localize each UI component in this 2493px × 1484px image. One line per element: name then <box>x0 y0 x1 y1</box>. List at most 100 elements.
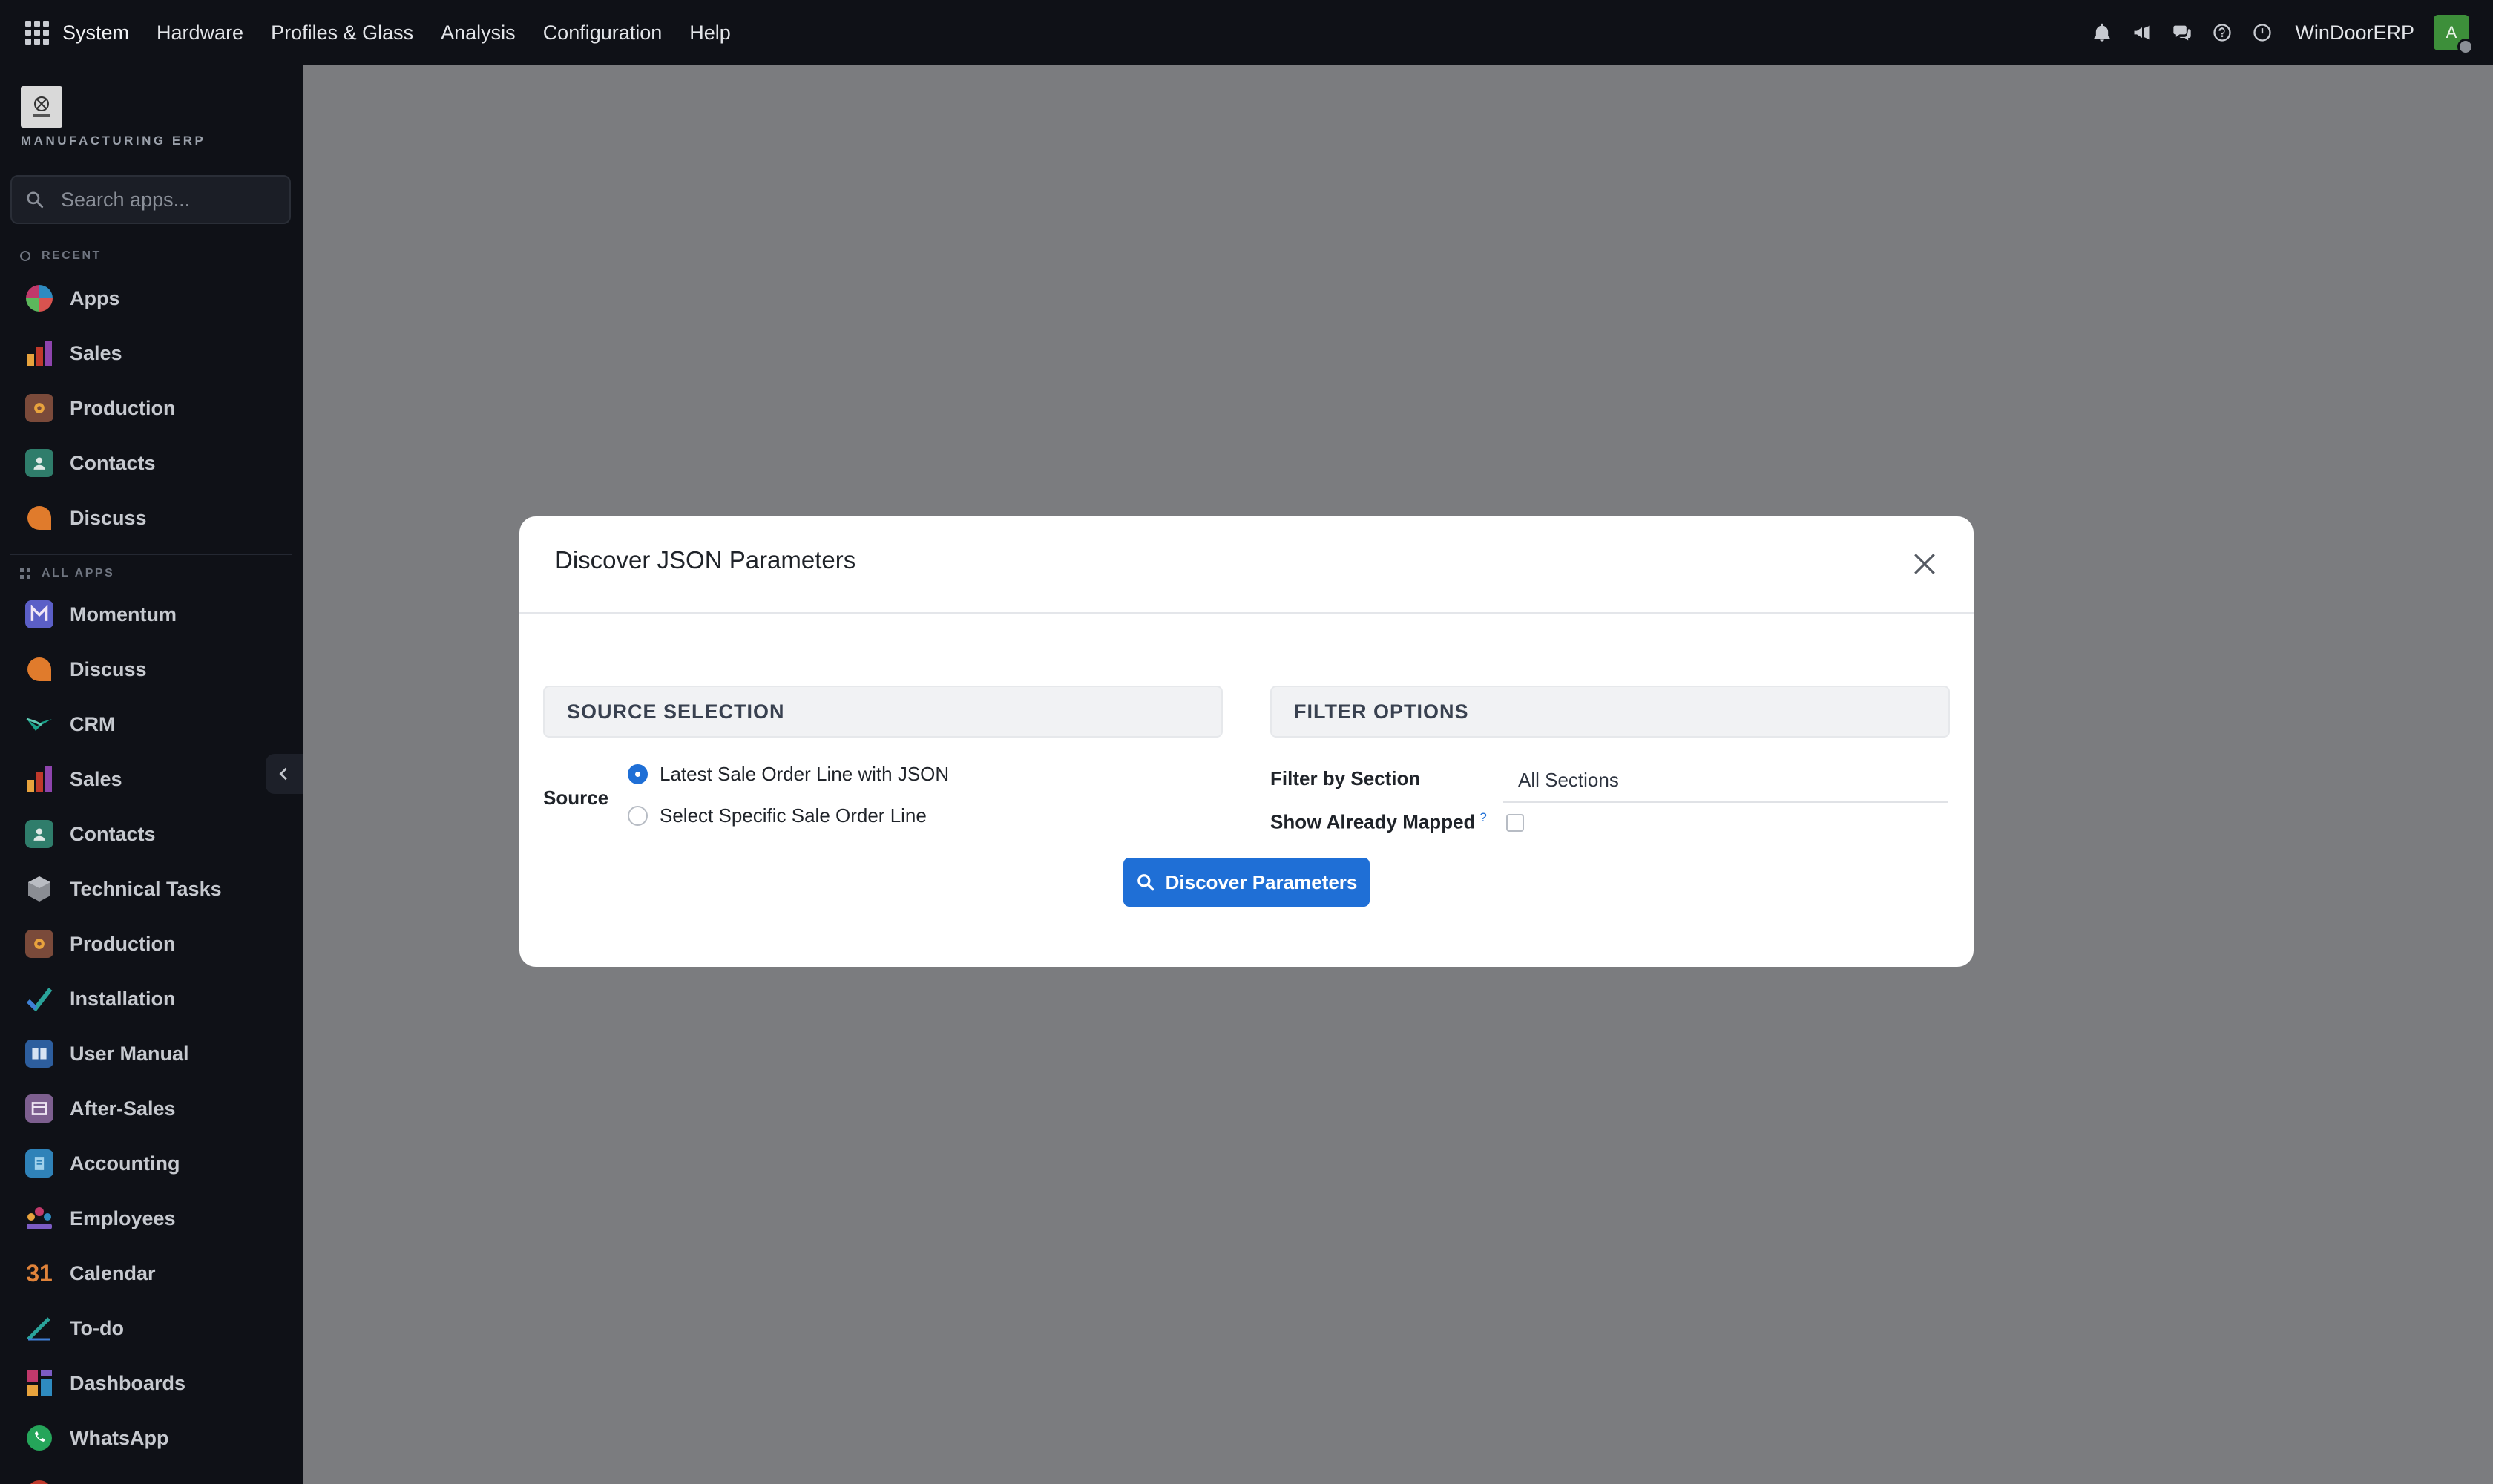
sidebar-item-label: Dashboards <box>70 1371 186 1394</box>
discuss-bubble-icon <box>25 655 53 683</box>
search-icon <box>27 191 44 209</box>
radio-label-latest: Latest Sale Order Line with JSON <box>660 763 950 785</box>
sales-chart-icon <box>25 339 53 367</box>
whatsapp-icon <box>25 1424 53 1452</box>
menu-configuration[interactable]: Configuration <box>543 22 663 45</box>
source-selection-title: SOURCE SELECTION <box>567 700 785 723</box>
sidebar-item-label: Contacts <box>70 822 156 845</box>
box-icon <box>25 1094 53 1123</box>
user-avatar[interactable]: A <box>2434 15 2474 55</box>
production-icon <box>25 930 53 958</box>
show-already-mapped-checkbox[interactable] <box>1506 814 1524 832</box>
apps-grid-icon[interactable] <box>25 21 49 45</box>
menu-hardware[interactable]: Hardware <box>157 22 243 45</box>
company-name[interactable]: WinDoorERP <box>2295 22 2414 45</box>
filter-by-section-select[interactable]: All Sections <box>1503 761 1948 803</box>
filter-by-section-value: All Sections <box>1518 769 1619 791</box>
close-icon <box>1914 554 1935 574</box>
chat-icon[interactable] <box>2170 21 2194 45</box>
sidebar-item-discuss[interactable]: Discuss <box>25 497 147 539</box>
discover-parameters-button[interactable]: Discover Parameters <box>1123 858 1370 907</box>
sidebar-collapse-button[interactable] <box>266 754 303 794</box>
sidebar-item-label: Apps <box>70 286 120 309</box>
systray: WinDoorERP A <box>2090 0 2493 65</box>
all-apps-label-text: ALL APPS <box>42 567 115 580</box>
menu-system[interactable]: System <box>62 22 129 45</box>
menu-profiles-glass[interactable]: Profiles & Glass <box>271 22 413 45</box>
sidebar-item-employees[interactable]: Employees <box>25 1198 176 1239</box>
sidebar-item-dashboards[interactable]: Dashboards <box>25 1362 185 1404</box>
sidebar-item-label: Calendar <box>70 1261 156 1284</box>
sidebar-item-calendar[interactable]: 31 Calendar <box>25 1252 156 1294</box>
sidebar-item-label: Sales <box>70 341 122 364</box>
checkmark-icon <box>25 985 53 1013</box>
presence-status-dot <box>2457 39 2474 55</box>
sidebar-item-accounting[interactable]: Accounting <box>25 1143 180 1184</box>
megaphone-icon[interactable] <box>2130 21 2154 45</box>
radio-label-specific: Select Specific Sale Order Line <box>660 804 927 827</box>
sidebar-item-todo[interactable]: To-do <box>25 1307 124 1349</box>
pencil-check-icon <box>25 1314 53 1342</box>
sidebar-item-installation[interactable]: Installation <box>25 978 176 1020</box>
bell-icon[interactable] <box>2090 21 2114 45</box>
sidebar-item-label: Contacts <box>70 451 156 474</box>
help-circle-icon[interactable] <box>2210 21 2234 45</box>
app-search-box[interactable] <box>10 175 291 224</box>
sidebar-item-contacts[interactable]: Contacts <box>25 442 156 484</box>
sidebar-item-momentum[interactable]: Momentum <box>25 594 177 635</box>
all-apps-section-label: ALL APPS <box>19 567 114 580</box>
sidebar-item-sales[interactable]: Sales <box>25 332 122 374</box>
source-option-latest[interactable]: Latest Sale Order Line with JSON <box>628 763 949 786</box>
sidebar-item-user-manual[interactable]: User Manual <box>25 1033 189 1074</box>
sidebar-item-label: CRM <box>70 712 116 735</box>
sidebar-item-contacts[interactable]: Contacts <box>25 813 156 855</box>
sidebar-item-label: Discuss <box>70 506 147 529</box>
source-option-specific[interactable]: Select Specific Sale Order Line <box>628 804 927 827</box>
partial-app-icon <box>25 1479 53 1484</box>
sidebar-item-crm[interactable]: CRM <box>25 703 116 745</box>
sidebar-item-label: To-do <box>70 1316 124 1339</box>
calendar-icon: 31 <box>25 1259 53 1287</box>
filter-by-section-label: Filter by Section <box>1270 767 1421 789</box>
radio-specific-sale-order-line[interactable] <box>628 806 648 826</box>
close-button[interactable] <box>1910 549 1939 579</box>
sidebar-divider <box>10 554 292 555</box>
discover-json-parameters-dialog: Discover JSON Parameters SOURCE SELECTIO… <box>519 516 1974 967</box>
discuss-bubble-icon <box>25 504 53 532</box>
logo-caption: MANUFACTURING ERP <box>21 134 206 148</box>
company-logo[interactable] <box>21 86 62 128</box>
radio-latest-sale-order-line[interactable] <box>628 764 648 784</box>
sidebar: MANUFACTURING ERP RECENT Apps Sales Prod… <box>0 65 303 1484</box>
menu-help[interactable]: Help <box>689 22 731 45</box>
sidebar-item-label: Technical Tasks <box>70 877 222 900</box>
employees-icon <box>25 1204 53 1232</box>
source-label: Source <box>543 787 609 809</box>
sidebar-item-label: Sales <box>70 767 122 790</box>
apps-pie-icon <box>25 284 53 312</box>
sidebar-item-label: Production <box>70 396 176 419</box>
sidebar-item-technical-tasks[interactable]: Technical Tasks <box>25 868 222 910</box>
cube-icon <box>25 875 53 903</box>
sidebar-item-label: Accounting <box>70 1152 180 1175</box>
app-search-input[interactable] <box>61 188 283 211</box>
sidebar-item-discuss[interactable]: Discuss <box>25 649 147 690</box>
clock-icon[interactable] <box>2250 21 2274 45</box>
grid-small-icon <box>20 568 30 579</box>
sidebar-item-apps[interactable]: Apps <box>25 278 120 319</box>
sales-chart-icon <box>25 765 53 793</box>
sidebar-item-sales[interactable]: Sales <box>25 758 122 800</box>
sidebar-item-whatsapp[interactable]: WhatsApp <box>25 1417 168 1459</box>
main-menu: System Hardware Profiles & Glass Analysi… <box>62 22 758 45</box>
sidebar-item-next-partial[interactable] <box>25 1472 70 1484</box>
sidebar-item-production[interactable]: Production <box>25 387 176 429</box>
source-selection-header: SOURCE SELECTION <box>543 686 1223 738</box>
sidebar-item-after-sales[interactable]: After-Sales <box>25 1088 176 1129</box>
recent-label-text: RECENT <box>42 249 102 262</box>
help-tooltip-icon[interactable]: ? <box>1479 810 1486 824</box>
modal-header: Discover JSON Parameters <box>519 516 1974 614</box>
sidebar-item-label: Employees <box>70 1206 176 1229</box>
menu-analysis[interactable]: Analysis <box>441 22 516 45</box>
contacts-icon <box>25 449 53 477</box>
filter-options-title: FILTER OPTIONS <box>1294 700 1469 723</box>
sidebar-item-production[interactable]: Production <box>25 923 176 965</box>
